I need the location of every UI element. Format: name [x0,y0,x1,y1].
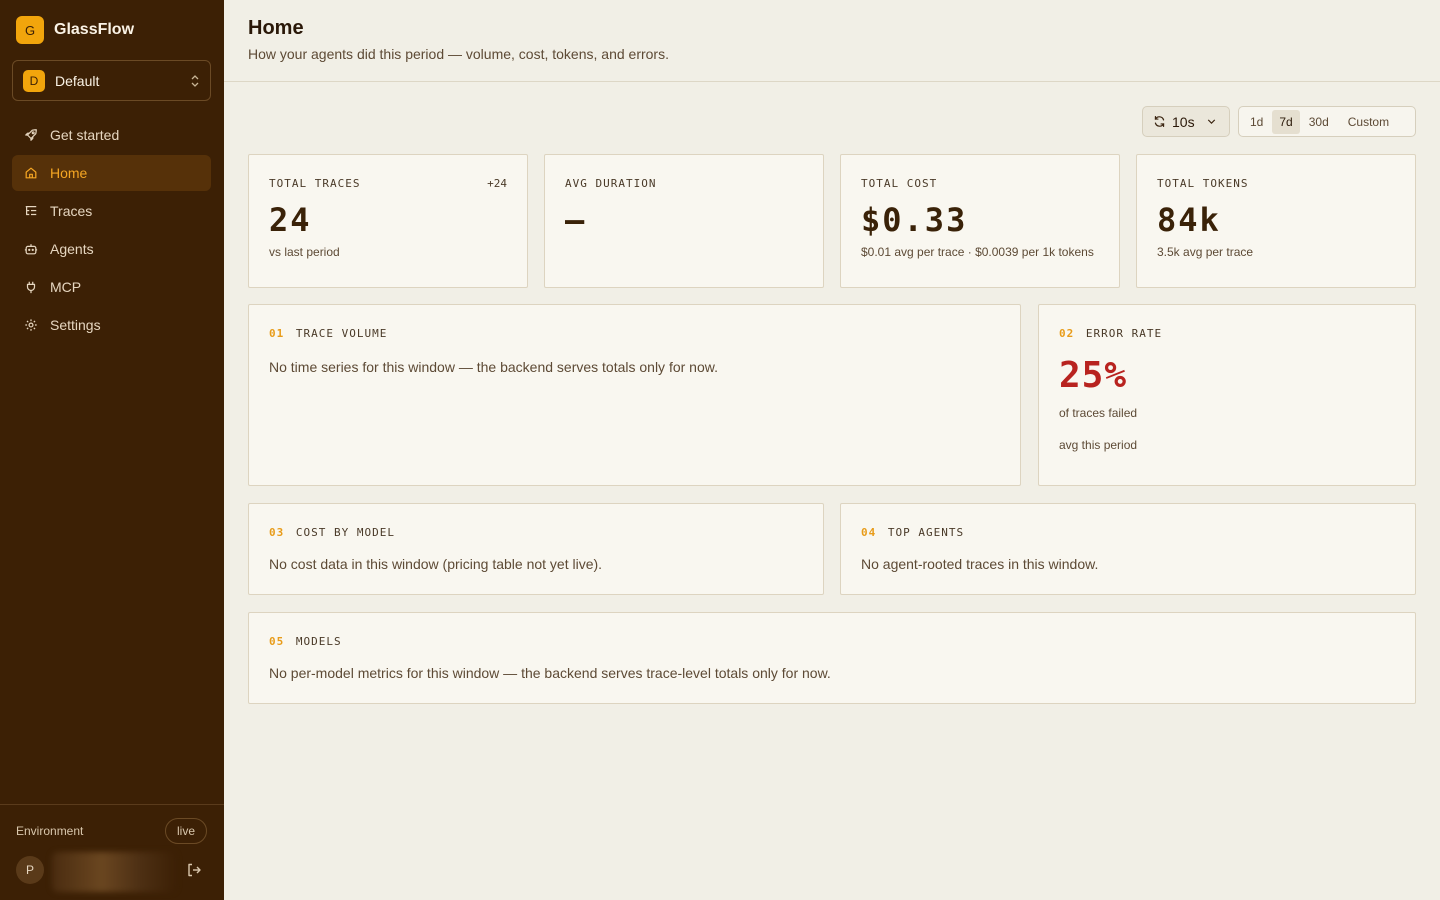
panel-label: 03 COST BY MODEL [269,526,395,539]
nav-label: Settings [50,317,101,333]
panel-empty-text: No time series for this window — the bac… [269,359,718,375]
stat-card-total-cost: TOTAL COST $0.33 $0.01 avg per trace · $… [840,154,1120,288]
range-30d-button[interactable]: 30d [1302,110,1336,134]
nav-item-traces[interactable]: Traces [12,193,211,229]
panel-empty-text: No agent-rooted traces in this window. [861,556,1099,572]
chevron-down-icon [1207,119,1215,124]
nav-label: Agents [50,241,94,257]
workspace-name: Default [55,72,100,89]
panel-number: 04 [861,526,877,539]
stat-label: TOTAL TOKENS [1157,177,1249,190]
panel-title: COST BY MODEL [295,526,395,539]
stat-label: TOTAL TRACES [269,177,361,190]
error-rate-caption: of traces failed [1059,406,1138,420]
stat-value: $0.33 [861,201,968,239]
stat-card-avg-duration: AVG DURATION — [544,154,824,288]
workspace-selector[interactable]: D Default [12,60,211,101]
page-title: Home [248,17,304,39]
bot-icon [24,244,38,255]
panel-number: 02 [1059,327,1075,340]
stat-label: AVG DURATION [565,177,657,190]
error-rate-period: avg this period [1059,438,1138,452]
stat-value: 84k [1157,201,1221,239]
panel-models: 05 MODELS No per-model metrics for this … [248,612,1416,704]
panel-error-rate: 02 ERROR RATE 25% of traces failed avg t… [1038,304,1416,486]
panel-number: 05 [269,635,285,648]
range-1d-button[interactable]: 1d [1243,110,1270,134]
main-nav: Get started Home Traces Agents MCP Setti… [12,117,211,345]
environment-badge[interactable]: live [165,818,207,844]
refresh-interval-value: 10s [1172,113,1195,130]
sidebar-divider [0,804,224,805]
rocket-icon [25,129,37,141]
panel-empty-text: No cost data in this window (pricing tab… [269,556,603,572]
nav-label: Traces [50,203,93,219]
panel-top-agents: 04 TOP AGENTS No agent-rooted traces in … [840,503,1416,595]
workspace-badge: D [23,69,45,92]
panel-title: TOP AGENTS [887,526,965,539]
panel-title: ERROR RATE [1085,327,1163,340]
plug-icon [26,281,36,294]
environment-label: Environment [16,824,84,838]
home-icon [25,167,37,179]
user-info-redacted [52,852,176,892]
panel-number: 01 [269,327,285,340]
brand-logo: G [16,16,44,44]
nav-label: MCP [50,279,82,295]
sidebar: G GlassFlow D Default Get started Home T… [0,0,224,900]
stat-card-total-traces: TOTAL TRACES +24 24 vs last period [248,154,528,288]
panel-label: 02 ERROR RATE [1059,327,1162,340]
refresh-interval-select[interactable]: 10s [1142,106,1230,137]
brand[interactable]: G GlassFlow [16,16,134,44]
stat-value: 24 [269,201,312,239]
nav-item-mcp[interactable]: MCP [12,269,211,305]
time-range-selector: 1d 7d 30d Custom [1238,106,1416,137]
refresh-icon [1154,116,1165,127]
page-subtitle: How your agents did this period — volume… [248,46,669,62]
chevron-up-down-icon [191,74,199,87]
panel-number: 03 [269,526,285,539]
panel-cost-by-model: 03 COST BY MODEL No cost data in this wi… [248,503,824,595]
nav-item-settings[interactable]: Settings [12,307,211,343]
logout-icon[interactable] [186,862,202,878]
nav-label: Home [50,165,88,181]
page-header: Home How your agents did this period — v… [224,0,1440,82]
stat-delta: +24 [487,177,507,190]
panel-title: TRACE VOLUME [295,327,388,340]
panel-title: MODELS [295,635,342,648]
stat-sub: $0.01 avg per trace · $0.0039 per 1k tok… [861,245,1094,259]
error-rate-value: 25% [1059,355,1128,396]
panel-empty-text: No per-model metrics for this window — t… [269,665,831,681]
nav-label: Get started [50,127,120,143]
panel-label: 04 TOP AGENTS [861,526,964,539]
range-custom-button[interactable]: Custom [1341,110,1396,134]
panel-label: 01 TRACE VOLUME [269,327,387,340]
nav-item-home[interactable]: Home [12,155,211,191]
stat-value: — [565,201,587,239]
list-tree-icon [25,206,37,216]
brand-name: GlassFlow [54,21,135,38]
nav-item-agents[interactable]: Agents [12,231,211,267]
stat-sub: vs last period [269,245,340,259]
panel-label: 05 MODELS [269,635,342,648]
avatar[interactable]: P [16,856,44,884]
range-7d-button[interactable]: 7d [1272,109,1300,134]
stat-sub: 3.5k avg per trace [1157,245,1254,259]
panel-trace-volume: 01 TRACE VOLUME No time series for this … [248,304,1021,486]
nav-item-get-started[interactable]: Get started [12,117,211,153]
stat-label: TOTAL COST [861,177,938,190]
gear-icon [25,319,37,331]
stat-card-total-tokens: TOTAL TOKENS 84k 3.5k avg per trace [1136,154,1416,288]
